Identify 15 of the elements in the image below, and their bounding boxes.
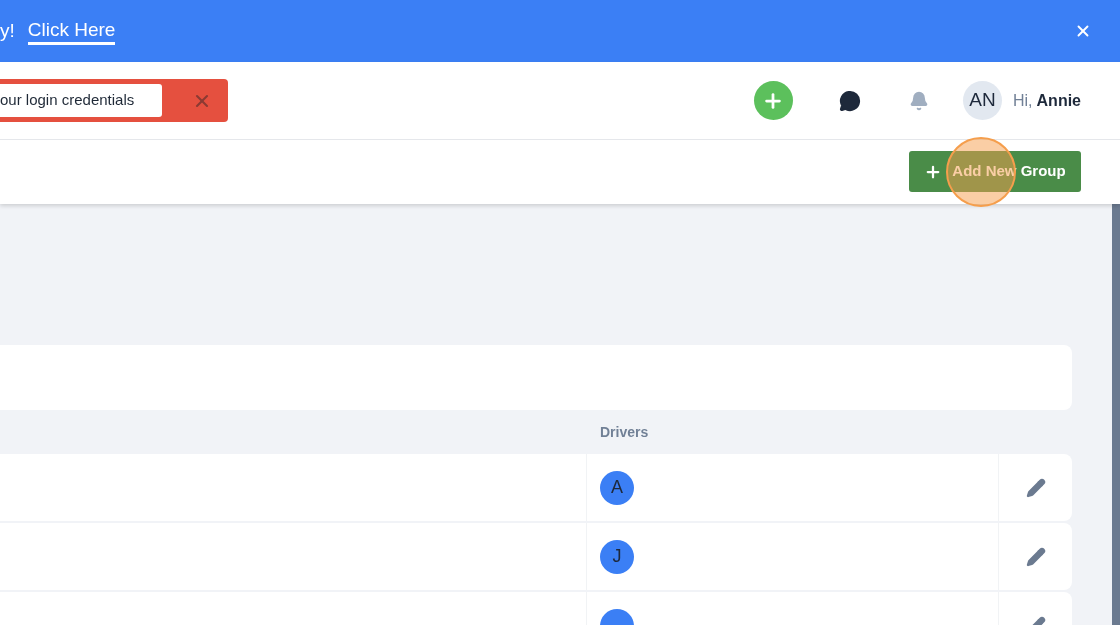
chat-icon[interactable] xyxy=(839,89,861,112)
bell-icon[interactable] xyxy=(909,90,929,111)
greeting-text: Hi, xyxy=(1013,90,1033,111)
banner-text: y! xyxy=(0,18,15,43)
edit-icon[interactable] xyxy=(1025,477,1046,498)
user-name: Annie xyxy=(1036,90,1081,111)
alert-message: our login credentials xyxy=(0,84,162,117)
column-header: Drivers xyxy=(600,422,649,442)
driver-avatar: J xyxy=(600,539,634,574)
click-here-link[interactable]: Click Here xyxy=(27,17,116,45)
user-avatar[interactable]: AN xyxy=(963,81,1002,120)
scrollbar[interactable] xyxy=(1112,204,1120,625)
add-button[interactable] xyxy=(754,81,793,120)
edit-icon[interactable] xyxy=(1025,546,1046,567)
driver-avatar: A xyxy=(600,470,634,505)
